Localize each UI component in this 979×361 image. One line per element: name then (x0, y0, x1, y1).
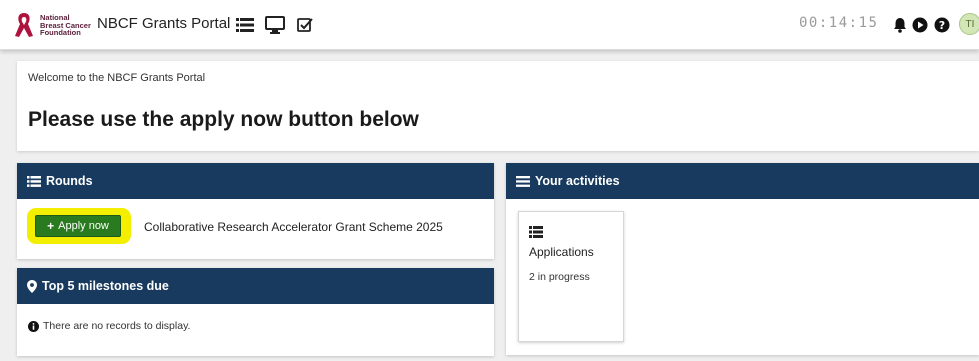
rounds-title: Rounds (46, 174, 93, 188)
list-icon (27, 175, 41, 187)
apply-now-button[interactable]: + Apply now (35, 215, 121, 237)
rounds-panel: Rounds + Apply now Collaborative Researc… (17, 163, 494, 259)
help-icon[interactable]: ? (934, 17, 950, 33)
applications-card[interactable]: Applications 2 in progress (518, 211, 624, 342)
plus-icon: + (47, 219, 55, 233)
svg-text:?: ? (939, 19, 945, 32)
applications-title: Applications (529, 245, 594, 259)
map-marker-icon (27, 279, 37, 293)
session-timer: 00:14:15 (799, 15, 879, 31)
monitor-icon[interactable] (265, 14, 285, 36)
milestones-title: Top 5 milestones due (42, 279, 169, 293)
activities-title: Your activities (535, 174, 620, 188)
apply-now-label: Apply now (58, 220, 109, 232)
milestones-panel: Top 5 milestones due There are no record… (17, 268, 494, 356)
empty-state: There are no records to display. (28, 320, 190, 332)
list-icon (516, 175, 530, 187)
page-heading: Please use the apply now button below (28, 108, 419, 131)
logo-text: National Breast Cancer Foundation (40, 14, 91, 37)
welcome-panel: Welcome to the NBCF Grants Portal Please… (17, 61, 979, 151)
empty-message: There are no records to display. (43, 320, 191, 332)
app-title[interactable]: NBCF Grants Portal (97, 15, 230, 32)
activities-panel: Your activities Applications 2 in progre… (506, 163, 979, 355)
play-circle-icon[interactable] (912, 17, 928, 33)
user-avatar[interactable]: TI (959, 13, 979, 35)
info-icon (28, 320, 39, 332)
applications-count: 2 in progress (529, 271, 590, 283)
list-icon[interactable] (236, 14, 254, 36)
logo-line-3: Foundation (40, 28, 81, 37)
milestones-header: Top 5 milestones due (17, 268, 494, 304)
checkbox-icon[interactable] (297, 14, 313, 36)
round-name: Collaborative Research Accelerator Grant… (144, 220, 443, 234)
rounds-header: Rounds (17, 163, 494, 199)
bell-icon[interactable] (892, 17, 908, 33)
activities-header: Your activities (506, 163, 979, 199)
server-list-icon (529, 226, 543, 238)
top-bar: National Breast Cancer Foundation NBCF G… (0, 0, 979, 50)
nbcf-ribbon-logo[interactable] (12, 11, 36, 39)
welcome-subtitle: Welcome to the NBCF Grants Portal (28, 72, 206, 84)
